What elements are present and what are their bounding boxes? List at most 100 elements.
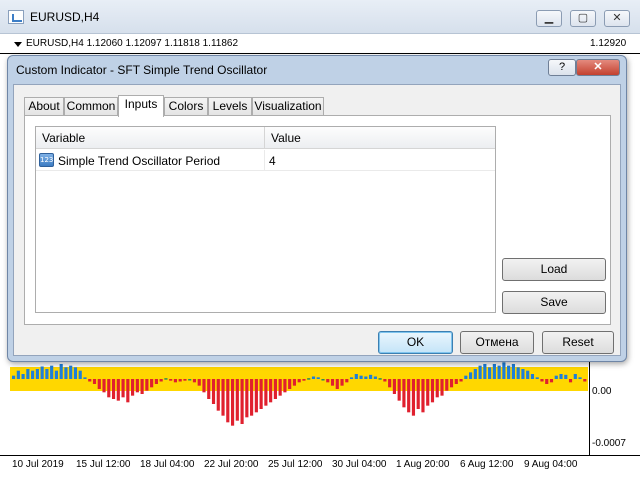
oscillator-bar [388,379,392,388]
oscillator-bar [240,379,244,424]
oscillator-bar [221,379,225,416]
ok-button[interactable]: OK [378,331,453,354]
oscillator-bar [540,379,544,382]
time-label: 18 Jul 04:00 [140,459,195,470]
oscillator-bar [64,367,68,379]
oscillator-bar [54,370,58,379]
tab-inputs[interactable]: Inputs [118,95,164,117]
oscillator-bar [573,374,577,379]
dialog-title: Custom Indicator - SFT Simple Trend Osci… [16,63,268,77]
oscillator-bar [88,379,92,382]
oscillator-bar [383,379,387,382]
oscillator-bar [354,374,358,379]
maximize-button[interactable]: ▢ [570,10,596,27]
oscillator-bar [159,379,163,382]
tab-colors[interactable]: Colors [164,97,208,115]
oscillator-bar [473,369,477,379]
oscillator-bar [402,379,406,408]
scale-label-zero: 0.00 [592,386,612,397]
time-label: 30 Jul 04:00 [332,459,387,470]
oscillator-bar [483,364,487,379]
oscillator-bar [321,379,325,381]
dropdown-triangle-icon [14,42,22,47]
oscillator-bar [421,379,425,413]
oscillator-bar [497,365,501,379]
oscillator-bar [359,375,363,379]
oscillator-bar [545,379,549,384]
variable-value-cell[interactable]: 4 [269,154,276,168]
oscillator-bar [40,366,44,379]
tab-levels[interactable]: Levels [208,97,252,115]
oscillator-bar [16,370,20,379]
time-label: 9 Aug 04:00 [524,459,578,470]
chart-window-title: EURUSD,H4 [30,10,100,24]
load-button[interactable]: Load [502,258,606,281]
save-button[interactable]: Save [502,291,606,314]
tab-common[interactable]: Common [64,97,118,115]
oscillator-bar [254,379,258,413]
column-header-value[interactable]: Value [271,131,301,145]
oscillator-bar [492,364,496,379]
help-button[interactable]: ? [548,59,576,76]
oscillator-bar [459,379,463,382]
oscillator-bar [50,365,54,379]
oscillator-bar [516,367,520,379]
grid-header: Variable Value [36,127,495,149]
oscillator-bar [369,374,373,379]
oscillator-bar [535,377,539,379]
column-header-variable[interactable]: Variable [42,131,85,145]
oscillator-bar [507,365,511,379]
oscillator-bar [21,374,25,379]
inputs-grid: Variable Value 123 Simple Trend Oscillat… [35,126,496,313]
oscillator-bar [378,378,382,380]
reset-button[interactable]: Reset [542,331,614,354]
custom-indicator-dialog: Custom Indicator - SFT Simple Trend Osci… [7,55,627,362]
time-label: 22 Jul 20:00 [204,459,259,470]
oscillator-bar [216,379,220,411]
tab-about[interactable]: About [24,97,64,115]
time-label: 10 Jul 2019 [12,459,64,470]
cancel-button[interactable]: Отмена [460,331,534,354]
column-divider[interactable] [264,127,265,149]
minimize-button[interactable]: ▁ [536,10,562,27]
dialog-body: About Common Inputs Colors Levels Visual… [13,84,621,356]
oscillator-bar [45,369,49,379]
oscillator-bar [564,374,568,379]
oscillator-bar [140,379,144,394]
oscillator-bar [583,379,587,382]
oscillator-bar [426,379,430,406]
variable-name-cell: Simple Trend Oscillator Period [58,154,221,168]
chart-info-bar: EURUSD,H4 1.12060 1.12097 1.11818 1.1186… [0,34,640,54]
oscillator-bar [173,379,178,383]
oscillator-bar [192,379,197,383]
time-label: 15 Jul 12:00 [76,459,131,470]
oscillator-bar [445,379,449,391]
oscillator-bar [35,369,39,379]
oscillator-bar [397,379,401,401]
scale-label-min: -0.0007 [592,438,626,449]
oscillator-bar [164,378,168,380]
oscillator-bar [349,377,354,379]
oscillator-bar [568,379,573,383]
oscillator-bar [78,370,82,379]
chart-titlebar: EURUSD,H4 ▁ ▢ ✕ [0,0,640,34]
table-row[interactable]: 123 Simple Trend Oscillator Period 4 [36,150,495,171]
oscillator-bar [107,379,111,398]
tab-visualization[interactable]: Visualization [252,97,324,115]
oscillator-chart [10,362,588,426]
oscillator-bar [12,375,16,379]
close-button[interactable]: ✕ [604,10,630,27]
oscillator-bar [264,379,268,406]
oscillator-bar [245,379,249,418]
oscillator-bar [554,375,558,379]
oscillator-bar [207,379,211,399]
oscillator-bar [511,364,515,379]
oscillator-bar [288,379,292,389]
oscillator-bar [373,376,377,379]
price-scale-label: 1.12920 [590,38,627,49]
dialog-close-button[interactable]: ✕ [576,59,620,76]
oscillator-bar [92,379,97,384]
oscillator-bar [330,379,335,386]
oscillator-bar [345,379,349,383]
row-divider [264,150,265,171]
